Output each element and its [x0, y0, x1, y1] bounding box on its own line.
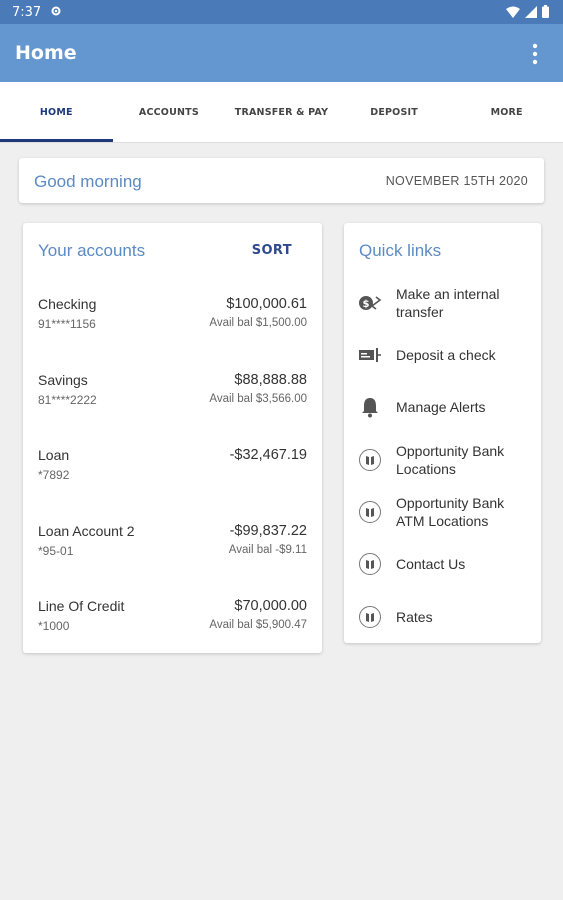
tab-accounts[interactable]: ACCOUNTS	[113, 82, 226, 142]
quick-link-contact-us[interactable]: Contact Us	[357, 551, 532, 577]
quick-link-label: Opportunity Bank ATM Locations	[396, 495, 505, 529]
account-name: Loan Account 2	[38, 523, 135, 539]
tab-home[interactable]: HOME	[0, 82, 113, 142]
account-available-balance: Avail bal $5,900.47	[209, 619, 307, 631]
map-pin-icon	[357, 447, 383, 473]
bell-icon	[357, 394, 383, 420]
svg-text:$: $	[363, 299, 370, 310]
quick-link-bank-locations[interactable]: Opportunity Bank Locations	[357, 442, 532, 478]
check-deposit-icon	[357, 342, 383, 368]
map-pin-icon	[357, 551, 383, 577]
tab-bar: HOME ACCOUNTS TRANSFER & PAY DEPOSIT MOR…	[0, 82, 563, 143]
quick-link-atm-locations[interactable]: Opportunity Bank ATM Locations	[357, 494, 532, 530]
account-available-balance: Avail bal $3,566.00	[209, 393, 307, 405]
status-time: 7:37	[12, 5, 42, 20]
status-bar: 7:37	[0, 0, 563, 24]
greeting-date: NOVEMBER 15TH 2020	[385, 174, 528, 188]
account-balance: $100,000.61	[226, 296, 307, 312]
account-row-loan[interactable]: Loan *7892 -$32,467.19	[38, 447, 307, 487]
quick-link-label: Contact Us	[396, 556, 466, 572]
account-name: Line Of Credit	[38, 598, 125, 614]
account-name: Savings	[38, 372, 88, 388]
accounts-title: Your accounts	[38, 241, 146, 260]
accounts-card: Your accounts SORT Checking 91****1156 $…	[23, 223, 322, 653]
account-available-balance: Avail bal -$9.11	[228, 544, 307, 556]
quick-link-label: Opportunity Bank Locations	[396, 443, 505, 477]
status-icons	[506, 5, 549, 18]
quick-link-internal-transfer[interactable]: $ Make an internal transfer	[357, 285, 532, 321]
quick-link-label: Rates	[396, 609, 433, 625]
sort-button[interactable]: SORT	[252, 243, 292, 258]
account-balance: $88,888.88	[234, 372, 307, 388]
account-row-checking[interactable]: Checking 91****1156 $100,000.61 Avail ba…	[38, 296, 307, 336]
page-title: Home	[15, 42, 77, 64]
account-row-savings[interactable]: Savings 81****2222 $88,888.88 Avail bal …	[38, 372, 307, 412]
quick-link-label: Manage Alerts	[396, 399, 486, 415]
account-balance: -$32,467.19	[229, 447, 307, 463]
account-name: Checking	[38, 296, 97, 312]
account-number: *1000	[38, 619, 70, 633]
quick-links-card: Quick links $ Make an internal transfer D…	[344, 223, 541, 643]
tab-transfer-pay[interactable]: TRANSFER & PAY	[225, 82, 338, 142]
account-number: 91****1156	[38, 317, 96, 331]
account-balance: -$99,837.22	[229, 523, 307, 539]
quick-link-label: Make an internal transfer	[396, 286, 500, 320]
account-row-loan-account-2[interactable]: Loan Account 2 *95-01 -$99,837.22 Avail …	[38, 523, 307, 563]
account-balance: $70,000.00	[234, 598, 307, 614]
quick-link-label: Deposit a check	[396, 347, 496, 363]
transfer-icon: $	[357, 290, 383, 316]
greeting-card: Good morning NOVEMBER 15TH 2020	[19, 158, 544, 203]
wifi-icon	[506, 6, 520, 18]
map-pin-icon	[357, 604, 383, 630]
tab-deposit[interactable]: DEPOSIT	[338, 82, 451, 142]
account-number: *7892	[38, 468, 70, 482]
quick-link-rates[interactable]: Rates	[357, 604, 532, 630]
tab-more[interactable]: MORE	[450, 82, 563, 142]
settings-gear-icon	[51, 6, 61, 16]
quick-links-title: Quick links	[359, 241, 442, 260]
account-number: 81****2222	[38, 393, 97, 407]
account-name: Loan	[38, 447, 70, 463]
signal-icon	[525, 5, 537, 18]
overflow-menu-icon[interactable]	[525, 42, 545, 66]
account-number: *95-01	[38, 544, 74, 558]
greeting-text: Good morning	[34, 172, 142, 191]
app-bar: Home	[0, 24, 563, 82]
quick-link-manage-alerts[interactable]: Manage Alerts	[357, 394, 532, 420]
quick-link-deposit-check[interactable]: Deposit a check	[357, 342, 532, 368]
battery-icon	[542, 5, 549, 18]
account-row-line-of-credit[interactable]: Line Of Credit *1000 $70,000.00 Avail ba…	[38, 598, 307, 638]
map-pin-icon	[357, 499, 383, 525]
account-available-balance: Avail bal $1,500.00	[209, 317, 307, 329]
